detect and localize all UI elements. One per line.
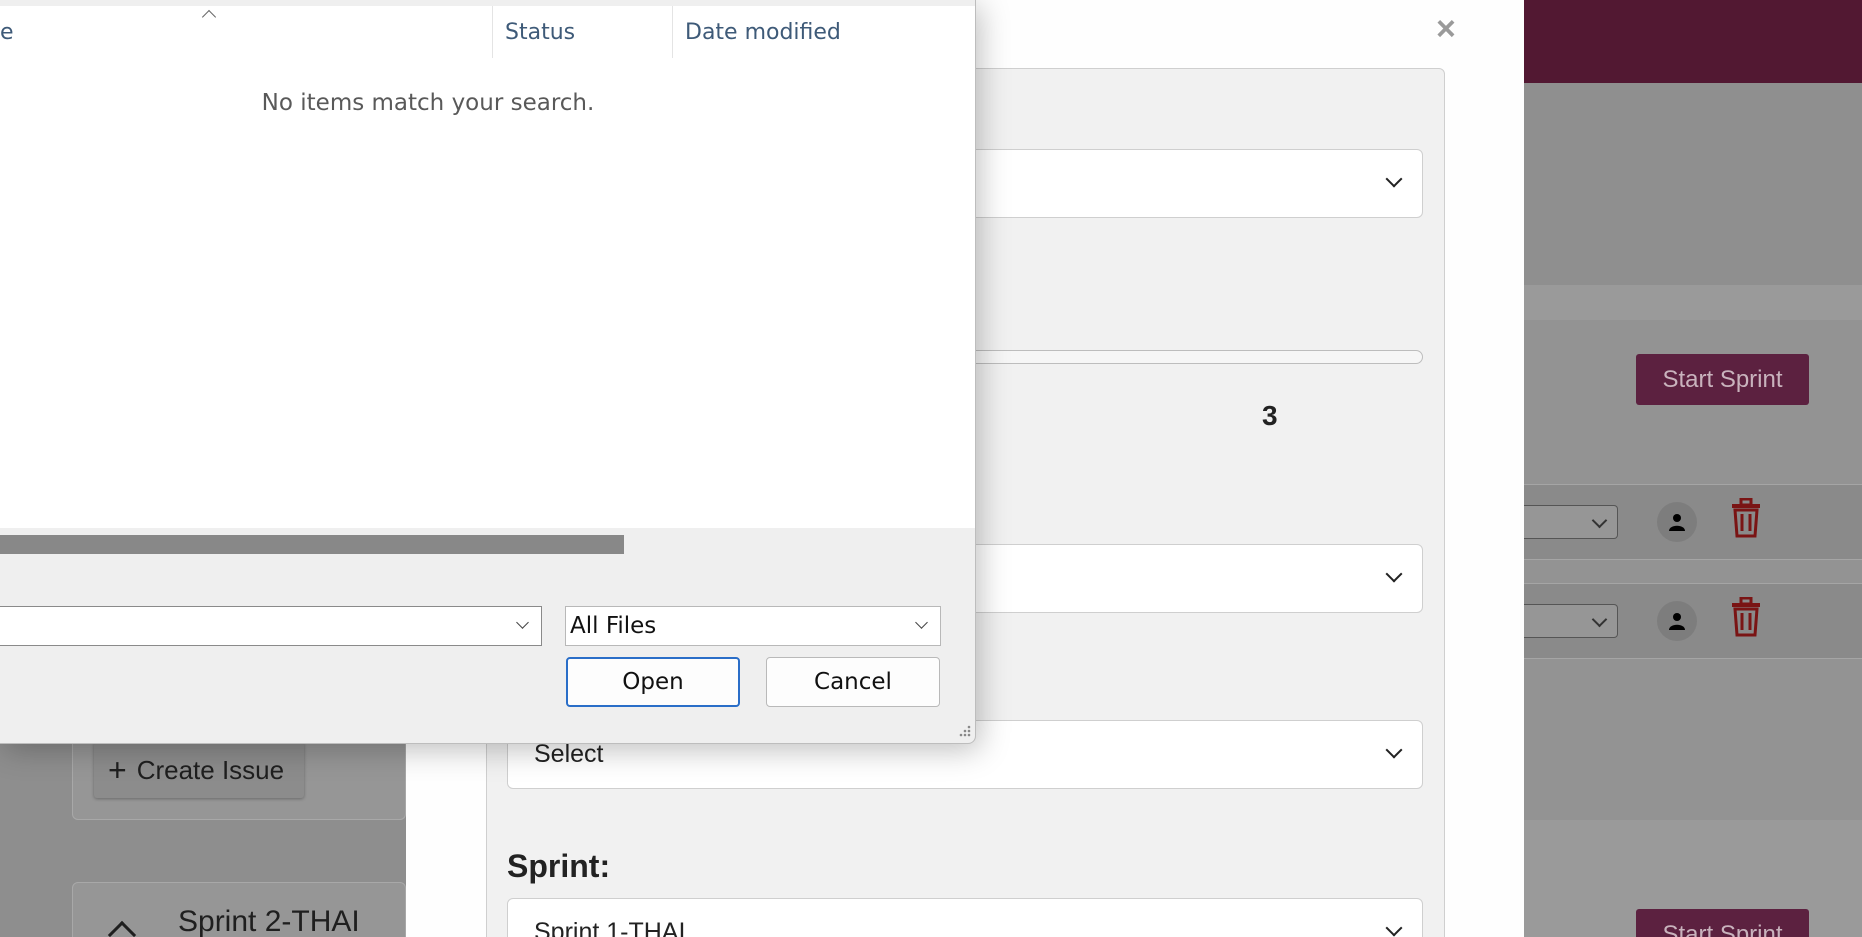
start-sprint-button[interactable]: Start Sprint [1636,354,1809,405]
chevron-down-icon[interactable] [516,616,529,629]
board-header-area [1500,83,1862,285]
column-header-date-modified[interactable]: Date modified [685,6,841,58]
column-divider[interactable] [492,6,493,58]
file-list-header: e Status Date modified [0,6,975,58]
close-icon[interactable]: × [1436,10,1456,49]
chevron-down-icon [1385,741,1403,759]
story-points-value: 3 [1262,400,1278,431]
sprint-select-value: Sprint 1-THAI [534,918,686,937]
file-list-area[interactable] [0,6,975,528]
sprint-2-title: Sprint 2-THAI [178,905,360,937]
delete-issue-icon[interactable] [1729,498,1763,538]
resize-grip-icon[interactable] [955,723,971,739]
sort-ascending-icon [201,9,217,25]
file-type-value: All Files [570,613,657,639]
chevron-down-icon [915,616,928,629]
column-header-name[interactable]: e [0,6,14,58]
assignee-avatar-icon[interactable] [1657,502,1697,542]
chevron-down-icon [1385,170,1403,188]
column-divider[interactable] [672,6,673,58]
column-header-status[interactable]: Status [505,6,575,58]
chevron-down-icon [1385,565,1403,583]
create-issue-button[interactable]: + Create Issue [94,742,304,798]
cancel-button[interactable]: Cancel [766,657,940,707]
plus-icon: + [108,752,127,788]
chevron-down-icon [1385,919,1403,937]
sprint-label: Sprint: [507,848,611,884]
empty-search-message: No items match your search. [261,90,595,116]
open-button[interactable]: Open [566,657,740,707]
start-sprint-button[interactable]: Start Sprint [1636,909,1809,937]
file-name-input[interactable] [0,606,542,646]
file-type-select[interactable]: All Files [565,606,941,646]
horizontal-scrollbar-thumb[interactable] [0,535,624,554]
assignee-select-value: Select [534,740,604,768]
file-open-dialog: e Status Date modified No items match yo… [0,0,976,744]
create-issue-label: Create Issue [136,754,285,785]
assignee-avatar-icon[interactable] [1657,601,1697,641]
top-navigation-bar [1500,0,1862,83]
sprint-select[interactable]: Sprint 1-THAI [507,898,1423,937]
delete-issue-icon[interactable] [1729,597,1763,637]
